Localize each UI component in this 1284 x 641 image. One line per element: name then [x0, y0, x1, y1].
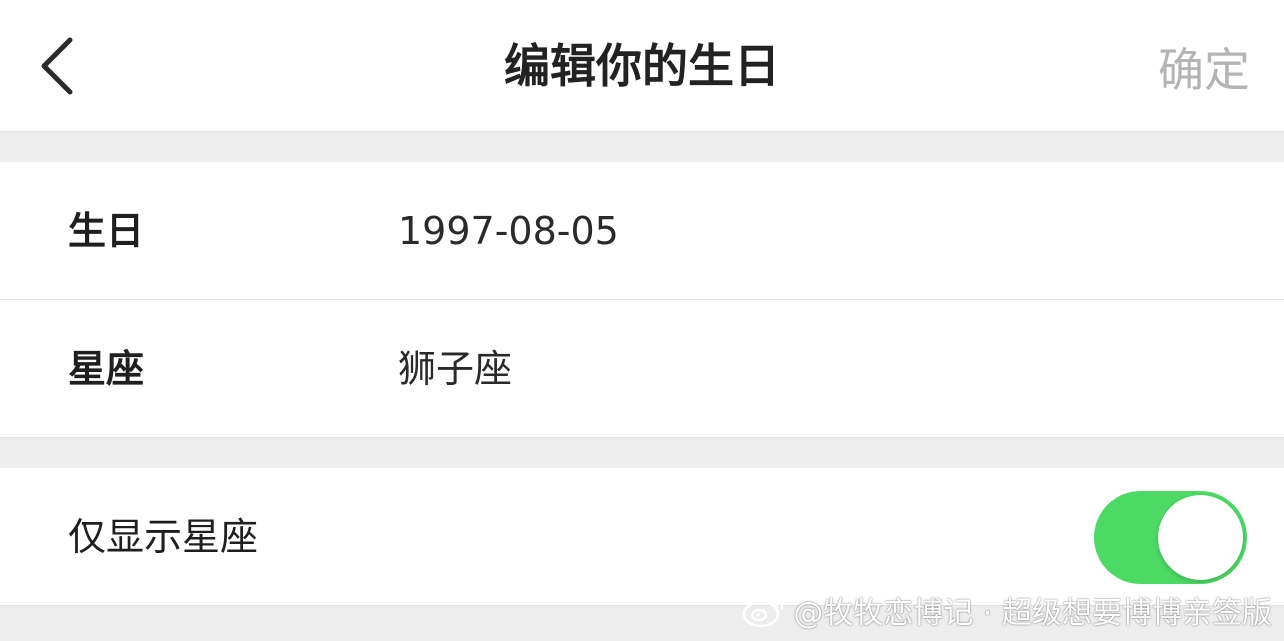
watermark-text: @牧牧恋博记 · 超级想要博博亲签版	[793, 596, 1272, 631]
page-title: 编辑你的生日	[504, 39, 780, 93]
back-button[interactable]	[28, 30, 84, 102]
chevron-left-icon	[41, 37, 73, 95]
birthday-label: 生日	[68, 209, 145, 253]
show-zodiac-only-row: 仅显示星座	[0, 468, 1284, 606]
toggle-knob	[1158, 495, 1243, 580]
zodiac-label: 星座	[68, 347, 145, 391]
birthday-row[interactable]: 生日 1997-08-05	[0, 162, 1284, 300]
navigation-bar: 编辑你的生日 确定	[0, 0, 1284, 132]
show-zodiac-only-label: 仅显示星座	[68, 515, 259, 559]
show-zodiac-only-toggle[interactable]	[1094, 491, 1247, 584]
birthday-value[interactable]: 1997-08-05	[398, 162, 619, 300]
watermark: @牧牧恋博记 · 超级想要博博亲签版	[741, 588, 1272, 632]
confirm-button[interactable]: 确定	[1158, 0, 1250, 132]
zodiac-value: 狮子座	[398, 347, 513, 391]
weibo-logo-icon	[743, 596, 784, 628]
zodiac-row[interactable]: 星座 狮子座	[0, 300, 1284, 438]
birthday-settings-group: 生日 1997-08-05 星座 狮子座	[0, 162, 1284, 438]
display-options-group: 仅显示星座	[0, 468, 1284, 606]
